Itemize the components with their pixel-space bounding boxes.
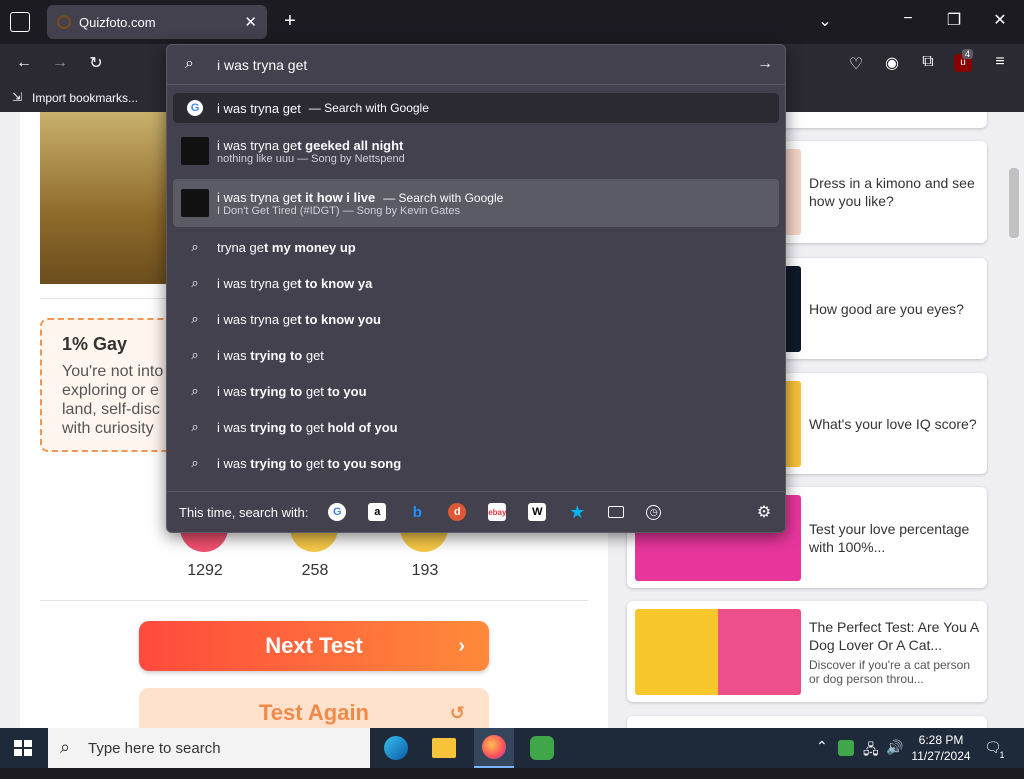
search-icon: ⌕ xyxy=(191,347,199,362)
firefox-taskbar-icon[interactable] xyxy=(474,728,514,768)
search-icon: ⌕ xyxy=(191,455,199,470)
suggestion-google[interactable]: G i was tryna get — Search with Google xyxy=(173,93,779,123)
count-sad: 193 xyxy=(411,562,439,579)
forward-icon[interactable]: → xyxy=(50,54,70,72)
network-app-icon[interactable] xyxy=(838,740,854,756)
scrollbar[interactable] xyxy=(1006,112,1024,728)
settings-gear-icon[interactable]: ⚙ xyxy=(755,503,773,521)
amazon-engine-icon[interactable]: a xyxy=(368,503,387,521)
import-bookmarks-link[interactable]: Import bookmarks... xyxy=(32,91,138,105)
ublock-badge: 4 xyxy=(962,49,974,59)
divider xyxy=(40,600,588,601)
pocket-icon[interactable]: ♡ xyxy=(846,54,866,74)
file-explorer-icon[interactable] xyxy=(432,738,456,758)
import-icon: ⇲ xyxy=(12,90,23,104)
edge-icon[interactable] xyxy=(384,736,408,760)
notification-badge: 1 xyxy=(996,750,1008,760)
clock-time: 6:28 PM xyxy=(918,733,964,747)
windows-start-icon[interactable] xyxy=(14,740,32,756)
favicon-icon xyxy=(57,15,71,29)
go-arrow-icon[interactable]: → xyxy=(757,55,773,73)
search-icon: ⌕ xyxy=(191,311,199,326)
menu-icon[interactable]: ≡ xyxy=(990,53,1010,71)
next-test-button[interactable]: Next Test › xyxy=(139,621,489,671)
scrollbar-thumb[interactable] xyxy=(1009,168,1019,238)
search-icon: ⌕ xyxy=(191,275,199,290)
taskbar-search[interactable]: ⌕ Type here to search xyxy=(48,728,370,768)
result-text: You're not into exploring or e land, sel… xyxy=(62,363,164,437)
suggestion-search[interactable]: ⌕ i was trying to get hold of you xyxy=(173,413,779,441)
urlbar[interactable]: ⌕ i was tryna get → xyxy=(167,45,785,85)
retry-icon: ↺ xyxy=(449,702,465,723)
google-engine-icon[interactable]: G xyxy=(328,503,347,521)
suggestion-search[interactable]: ⌕ i was trying to get xyxy=(173,341,779,369)
close-window-icon[interactable]: ✕ xyxy=(990,10,1010,30)
test-again-button[interactable]: Test Again ↺ xyxy=(139,688,489,728)
result-title: 1% Gay xyxy=(62,334,128,354)
tab-bar: Quizfoto.com ✕ + ⌄ − ❐ ✕ xyxy=(0,0,1024,44)
ebay-engine-icon[interactable]: ebay xyxy=(488,503,506,521)
suggestion-search[interactable]: ⌕ i was trying to get to you xyxy=(173,377,779,405)
wikipedia-engine-icon[interactable]: W xyxy=(528,503,547,521)
network-icon[interactable]: 🖧 xyxy=(863,739,879,779)
clock[interactable]: 6:28 PM 11/27/2024 xyxy=(910,732,972,772)
clock-date: 11/27/2024 xyxy=(911,749,971,763)
search-engine-bar: This time, search with: G a b d ebay W ★… xyxy=(179,501,773,522)
app-green-icon[interactable] xyxy=(530,736,554,760)
search-icon: ⌕ xyxy=(191,419,199,434)
volume-icon[interactable]: 🔊 xyxy=(886,739,903,779)
urlbar-dropdown: ⌕ i was tryna get → G i was tryna get — … xyxy=(166,44,786,533)
account-icon[interactable]: ◉ xyxy=(882,53,902,73)
album-art xyxy=(181,189,209,217)
count-love: 1292 xyxy=(187,562,223,579)
suggestion-search[interactable]: ⌕ i was tryna ge t to know you xyxy=(173,305,779,333)
google-icon: G xyxy=(187,100,203,116)
suggestion-song-selected[interactable]: i was tryna get it how i live — Search wi… xyxy=(173,179,779,227)
tabs-icon[interactable] xyxy=(608,506,625,518)
count-wow: 258 xyxy=(301,562,329,579)
new-tab-icon[interactable]: + xyxy=(280,10,300,33)
bing-engine-icon[interactable]: b xyxy=(408,503,426,521)
suggestion-search[interactable]: ⌕ i was trying to get to you song xyxy=(173,449,779,477)
search-icon: ⌕ xyxy=(191,239,199,254)
minimize-icon[interactable]: − xyxy=(898,10,918,28)
chevron-down-icon[interactable]: ⌄ xyxy=(815,11,835,31)
suggestion-search[interactable]: ⌕ tryna ge t my money up xyxy=(173,233,779,261)
duckduckgo-engine-icon[interactable]: d xyxy=(448,503,467,521)
suggestion-search[interactable]: ⌕ i was tryna ge t to know ya xyxy=(173,269,779,297)
history-icon[interactable]: ◷ xyxy=(646,504,662,520)
close-tab-icon[interactable]: ✕ xyxy=(244,13,257,31)
tray-chevron-icon[interactable]: ⌃ xyxy=(816,738,828,778)
taskbar: ⌕ Type here to search ⌃ 🖧 🔊 6:28 PM 11/2… xyxy=(0,728,1024,768)
search-icon: ⌕ xyxy=(60,737,71,757)
bookmarks-star-icon[interactable]: ★ xyxy=(568,502,586,522)
tab-list-icon[interactable] xyxy=(10,12,30,32)
reload-icon[interactable]: ↻ xyxy=(86,53,106,73)
tab-quizfoto[interactable]: Quizfoto.com ✕ xyxy=(47,5,267,39)
card-bottom-partial[interactable] xyxy=(627,716,987,728)
chevron-right-icon: › xyxy=(458,634,465,657)
urlbar-input[interactable]: i was tryna get xyxy=(217,57,307,73)
search-icon: ⌕ xyxy=(185,55,194,72)
album-art xyxy=(181,137,209,165)
search-icon: ⌕ xyxy=(191,383,199,398)
back-icon[interactable]: ← xyxy=(14,54,34,72)
restore-icon[interactable]: ❐ xyxy=(944,10,964,30)
quiz-card[interactable]: The Perfect Test: Are You A Dog Lover Or… xyxy=(627,601,987,702)
tab-title: Quizfoto.com xyxy=(79,14,156,30)
extensions-icon[interactable]: ⧉ xyxy=(918,53,938,71)
result-image xyxy=(40,112,168,284)
suggestion-song[interactable]: i was tryna get geeked all night nothing… xyxy=(173,129,779,173)
card-thumbnail xyxy=(635,609,801,695)
